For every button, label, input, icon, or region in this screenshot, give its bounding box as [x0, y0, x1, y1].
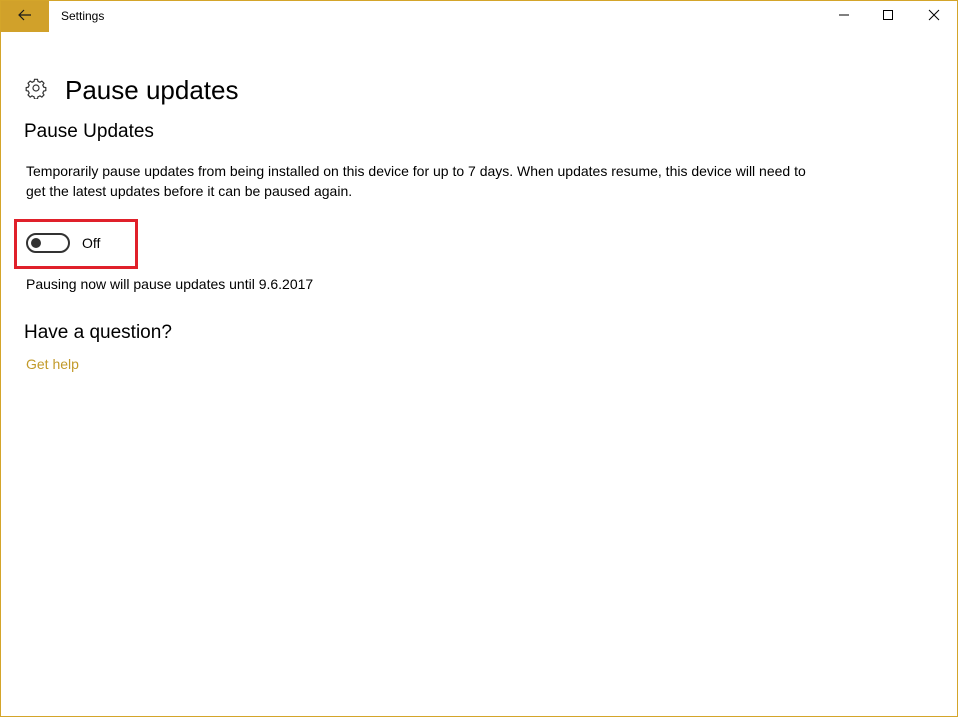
title-bar: Settings [1, 1, 957, 32]
section-title-have-a-question: Have a question? [24, 322, 172, 343]
pause-updates-toggle[interactable] [26, 233, 70, 253]
pause-until-text: Pausing now will pause updates until 9.6… [26, 276, 314, 292]
maximize-button[interactable] [865, 1, 911, 32]
pause-description: Temporarily pause updates from being ins… [26, 163, 806, 199]
close-icon [928, 8, 940, 26]
section-title-pause-updates: Pause Updates [24, 121, 154, 142]
close-button[interactable] [911, 1, 957, 32]
get-help-link[interactable]: Get help [26, 356, 79, 372]
back-arrow-icon [18, 8, 32, 26]
settings-window: Settings Pause updates Pause Updates Tem… [0, 0, 958, 717]
toggle-state-label: Off [82, 235, 101, 251]
maximize-icon [882, 8, 894, 26]
app-title: Settings [61, 9, 105, 23]
back-button[interactable] [1, 1, 49, 32]
toggle-knob [31, 238, 41, 248]
gear-icon [25, 77, 47, 104]
page-title: Pause updates [65, 75, 239, 106]
pause-toggle-row: Off [26, 233, 100, 253]
minimize-icon [838, 8, 850, 26]
minimize-button[interactable] [821, 1, 867, 32]
page-header: Pause updates [25, 58, 238, 123]
